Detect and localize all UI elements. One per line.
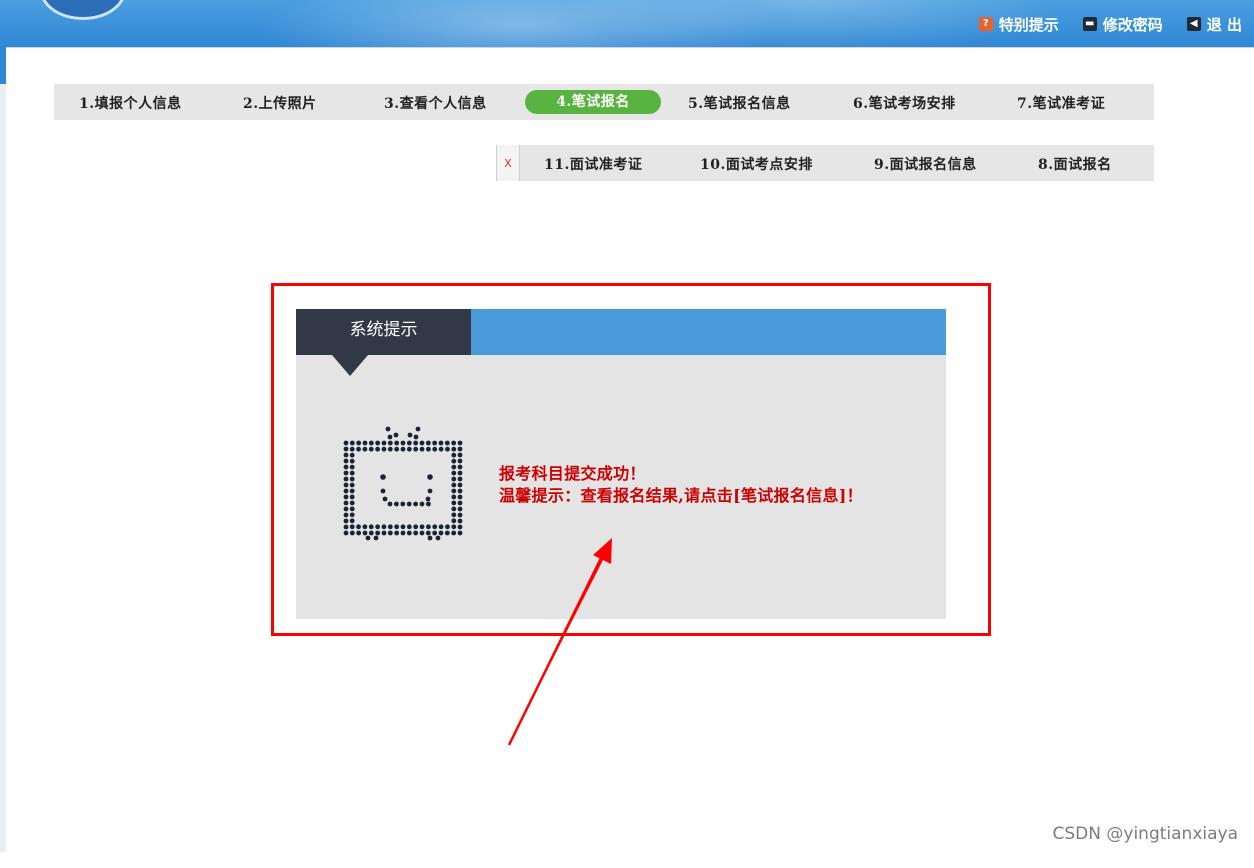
key-icon: ▬ [1082, 17, 1097, 31]
step-interview-ticket[interactable]: 11.面试准考证 [544, 154, 642, 174]
logout-label: 退 出 [1206, 15, 1242, 34]
special-notice-link[interactable]: ? 特别提示 [978, 14, 1059, 35]
exit-arrow-icon: ◀ [1186, 17, 1201, 31]
step-interview-signup-info[interactable]: 9.面试报名信息 [874, 154, 977, 174]
top-links: ? 特别提示 ▬ 修改密码 ◀ 退 出 [978, 14, 1242, 35]
step-view-info[interactable]: 3.查看个人信息 [384, 93, 487, 113]
step-written-signup[interactable]: 4.笔试报名 [525, 90, 661, 114]
change-password-label: 修改密码 [1102, 15, 1163, 34]
special-notice-label: 特别提示 [998, 15, 1059, 34]
hint-message: 温馨提示：查看报名结果,请点击[笔试报名信息]！ [499, 486, 863, 505]
system-dialog: 系统提示 报考科目提交成功！ 温馨提示：查看报名结果,请点击[笔试报名信息]！ [296, 309, 946, 619]
step-interview-signup[interactable]: 8.面试报名 [1038, 154, 1112, 174]
title-pointer [332, 355, 368, 376]
step-fill-info[interactable]: 1.填报个人信息 [79, 93, 182, 113]
dialog-title: 系统提示 [296, 309, 471, 355]
close-cell[interactable]: X [496, 145, 520, 181]
tv-smile-icon [343, 426, 463, 541]
step-interview-site[interactable]: 10.面试考点安排 [700, 154, 813, 174]
interview-steps: X 11.面试准考证 10.面试考点安排 9.面试报名信息 8.面试报名 [496, 145, 1154, 181]
success-message: 报考科目提交成功！ [499, 464, 646, 483]
step-written-ticket[interactable]: 7.笔试准考证 [1017, 93, 1105, 113]
left-edge [0, 84, 6, 852]
close-icon: X [504, 156, 512, 170]
step-written-signup-info[interactable]: 5.笔试报名信息 [688, 93, 791, 113]
top-banner: ? 特别提示 ▬ 修改密码 ◀ 退 出 [0, 0, 1254, 50]
step-upload-photo[interactable]: 2.上传照片 [243, 93, 317, 113]
logout-link[interactable]: ◀ 退 出 [1186, 14, 1242, 35]
dialog-message: 报考科目提交成功！ 温馨提示：查看报名结果,请点击[笔试报名信息]！ [499, 463, 863, 507]
watermark: CSDN @yingtianxiaya [1052, 824, 1238, 844]
question-icon: ? [978, 17, 993, 31]
written-exam-steps: 1.填报个人信息 2.上传照片 3.查看个人信息 4.笔试报名 5.笔试报名信息… [54, 84, 1154, 120]
step-written-room[interactable]: 6.笔试考场安排 [853, 93, 956, 113]
change-password-link[interactable]: ▬ 修改密码 [1082, 14, 1163, 35]
site-logo [40, 0, 126, 20]
